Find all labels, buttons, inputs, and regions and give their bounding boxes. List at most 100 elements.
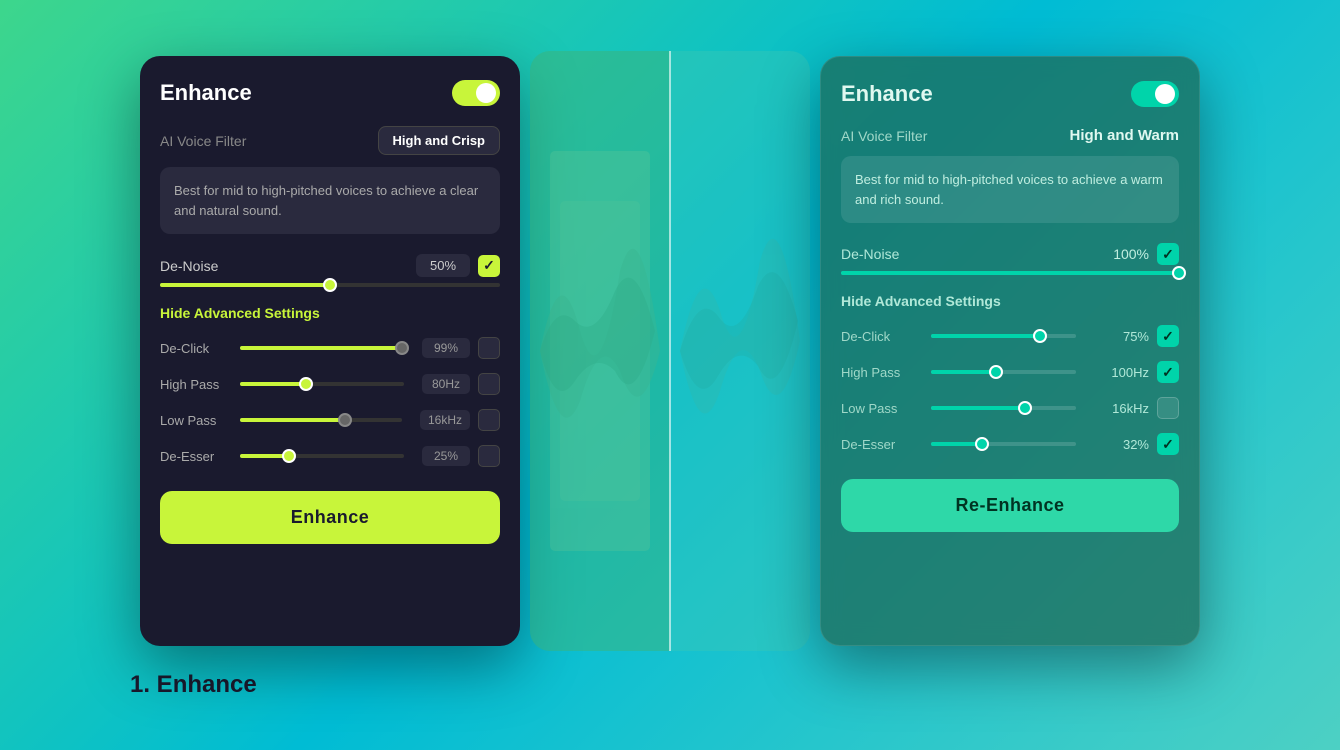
left-ai-filter-label: AI Voice Filter (160, 133, 246, 149)
left-lowpass-checkbox[interactable] (478, 409, 500, 431)
left-deesser-controls: 25% (230, 445, 500, 467)
left-highpass-label: High Pass (160, 377, 230, 392)
left-denoise-track (160, 283, 500, 287)
left-highpass-value: 80Hz (422, 374, 470, 394)
left-lowpass-value: 16kHz (420, 410, 470, 430)
left-highpass-section: High Pass 80Hz (160, 373, 500, 395)
right-deesser-thumb[interactable] (975, 437, 989, 451)
right-declick-section: De-Click 75% (841, 325, 1179, 347)
left-highpass-checkbox[interactable] (478, 373, 500, 395)
right-card-header: Enhance (841, 81, 1179, 107)
enhance-button[interactable]: Enhance (160, 491, 500, 544)
left-card-title: Enhance (160, 80, 252, 106)
main-layout: Enhance AI Voice Filter High and Crisp B… (0, 51, 1340, 651)
waveform-right (670, 51, 810, 651)
left-deesser-section: De-Esser 25% (160, 445, 500, 467)
left-denoise-checkbox[interactable] (478, 255, 500, 277)
right-lowpass-row: Low Pass 16kHz (841, 397, 1179, 419)
left-lowpass-label: Low Pass (160, 413, 230, 428)
right-ai-filter-label: AI Voice Filter (841, 128, 927, 144)
left-lowpass-track (240, 418, 402, 422)
left-deesser-slider[interactable] (240, 454, 404, 458)
right-deesser-checkbox[interactable] (1157, 433, 1179, 455)
right-denoise-label: De-Noise (841, 246, 899, 262)
right-deesser-label: De-Esser (841, 437, 921, 452)
right-card: Enhance AI Voice Filter High and Warm Be… (820, 56, 1200, 646)
right-declick-checkbox[interactable] (1157, 325, 1179, 347)
right-denoise-slider-row (841, 271, 1179, 275)
right-declick-label: De-Click (841, 329, 921, 344)
waveform-divider (669, 51, 671, 651)
right-denoise-checkbox[interactable] (1157, 243, 1179, 265)
right-deesser-slider[interactable] (931, 442, 1076, 446)
right-deesser-controls: 32% (921, 433, 1179, 455)
left-description: Best for mid to high-pitched voices to a… (160, 167, 500, 234)
right-hide-advanced[interactable]: Hide Advanced Settings (841, 293, 1179, 309)
left-highpass-row: High Pass 80Hz (160, 373, 500, 395)
left-denoise-fill (160, 283, 330, 287)
right-denoise-controls: 100% (1113, 243, 1179, 265)
reenhance-button[interactable]: Re-Enhance (841, 479, 1179, 532)
left-declick-track (240, 346, 404, 350)
left-declick-fill (240, 346, 402, 350)
right-denoise-slider[interactable] (841, 271, 1179, 275)
left-card-header: Enhance (160, 80, 500, 106)
right-lowpass-fill (931, 406, 1025, 410)
right-card-title: Enhance (841, 81, 933, 107)
right-toggle[interactable] (1131, 81, 1179, 107)
right-declick-slider[interactable] (931, 334, 1076, 338)
left-deesser-track (240, 454, 404, 458)
bottom-row: 1. Enhance (70, 651, 1270, 699)
left-highpass-thumb[interactable] (299, 377, 313, 391)
left-filter-badge[interactable]: High and Crisp (378, 126, 500, 155)
waveform-left-svg (530, 51, 670, 651)
left-lowpass-fill (240, 418, 345, 422)
right-highpass-fill (931, 370, 996, 374)
right-lowpass-thumb[interactable] (1018, 401, 1032, 415)
right-highpass-slider[interactable] (931, 370, 1076, 374)
right-declick-thumb[interactable] (1033, 329, 1047, 343)
right-declick-row: De-Click 75% (841, 325, 1179, 347)
right-highpass-checkbox[interactable] (1157, 361, 1179, 383)
right-denoise-thumb[interactable] (1172, 266, 1186, 280)
left-deesser-checkbox[interactable] (478, 445, 500, 467)
left-highpass-slider[interactable] (240, 382, 404, 386)
left-lowpass-slider[interactable] (240, 418, 402, 422)
left-toggle[interactable] (452, 80, 500, 106)
right-lowpass-section: Low Pass 16kHz (841, 397, 1179, 419)
left-denoise-thumb[interactable] (323, 278, 337, 292)
right-filter-badge[interactable]: High and Warm (1070, 127, 1179, 144)
left-highpass-controls: 80Hz (230, 373, 500, 395)
right-declick-fill (931, 334, 1040, 338)
left-lowpass-thumb[interactable] (338, 413, 352, 427)
left-declick-slider[interactable] (240, 346, 404, 350)
left-filter-row: AI Voice Filter High and Crisp (160, 126, 500, 155)
right-lowpass-slider[interactable] (931, 406, 1076, 410)
left-deesser-label: De-Esser (160, 449, 230, 464)
left-lowpass-section: Low Pass 16kHz (160, 409, 500, 431)
left-denoise-value: 50% (416, 254, 470, 277)
left-denoise-slider[interactable] (160, 283, 500, 287)
left-denoise-slider-row (160, 283, 500, 287)
right-highpass-thumb[interactable] (989, 365, 1003, 379)
left-declick-section: De-Click 99% (160, 337, 500, 359)
left-lowpass-controls: 16kHz (230, 409, 500, 431)
left-declick-thumb[interactable] (395, 341, 409, 355)
right-filter-row: AI Voice Filter High and Warm (841, 127, 1179, 144)
right-lowpass-label: Low Pass (841, 401, 921, 416)
left-highpass-track (240, 382, 404, 386)
left-hide-advanced[interactable]: Hide Advanced Settings (160, 305, 500, 321)
left-declick-controls: 99% (230, 337, 500, 359)
left-declick-checkbox[interactable] (478, 337, 500, 359)
waveform-left (530, 51, 670, 651)
left-card: Enhance AI Voice Filter High and Crisp B… (140, 56, 520, 646)
right-deesser-section: De-Esser 32% (841, 433, 1179, 455)
left-deesser-value: 25% (422, 446, 470, 466)
right-highpass-value: 100Hz (1094, 365, 1149, 380)
right-lowpass-checkbox[interactable] (1157, 397, 1179, 419)
right-highpass-row: High Pass 100Hz (841, 361, 1179, 383)
left-declick-label: De-Click (160, 341, 230, 356)
left-deesser-thumb[interactable] (282, 449, 296, 463)
right-deesser-row: De-Esser 32% (841, 433, 1179, 455)
left-declick-row: De-Click 99% (160, 337, 500, 359)
